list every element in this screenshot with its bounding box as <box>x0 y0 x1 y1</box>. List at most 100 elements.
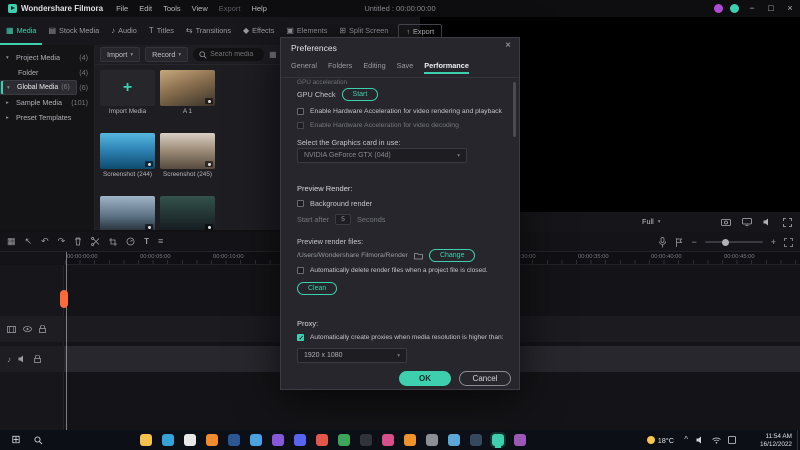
taskbar-clock[interactable]: 11:54 AM 16/12/2022 <box>760 433 792 449</box>
taskbar-app-icon[interactable] <box>382 434 394 446</box>
media-thumbnail[interactable] <box>100 133 155 169</box>
pref-tab-performance[interactable]: Performance <box>424 61 469 74</box>
delete-icon[interactable] <box>74 237 82 246</box>
track-lock-icon[interactable] <box>34 355 41 363</box>
taskbar-app-icon[interactable] <box>184 434 196 446</box>
tab-effects[interactable]: ◆ Effects <box>237 17 280 45</box>
menu-view[interactable]: View <box>187 2 213 15</box>
search-input[interactable] <box>210 51 259 58</box>
media-thumbnail[interactable] <box>160 133 215 169</box>
timeline-zoom-slider[interactable] <box>704 238 763 246</box>
account-icon[interactable] <box>730 4 739 13</box>
graphics-card-select[interactable]: NVIDIA GeForce GTX (04d) ▾ <box>297 148 467 163</box>
media-panel-toggle-icon[interactable]: ▦ <box>7 237 16 246</box>
pref-tab-editing[interactable]: Editing <box>363 61 385 74</box>
start-after-input[interactable] <box>335 214 352 225</box>
media-thumbnail[interactable] <box>160 196 215 230</box>
marker-flag-icon[interactable] <box>675 237 683 247</box>
tab-audio[interactable]: ♪ Audio <box>105 17 143 45</box>
playhead[interactable] <box>66 252 67 430</box>
pref-tab-folders[interactable]: Folders <box>328 61 352 74</box>
folder-browse-icon[interactable] <box>414 252 423 260</box>
taskbar-app-icon[interactable] <box>514 434 526 446</box>
hw-decode-checkbox[interactable] <box>297 122 304 129</box>
clean-button[interactable]: Clean <box>297 282 338 296</box>
zoom-slider-knob[interactable] <box>721 238 729 246</box>
taskbar-app-icon[interactable] <box>294 434 306 446</box>
color-adjust-icon[interactable]: ≡ <box>158 237 163 246</box>
taskbar-app-icon[interactable] <box>470 434 482 446</box>
menu-help[interactable]: Help <box>246 2 271 15</box>
tray-volume-icon[interactable] <box>696 436 705 444</box>
dialog-close-icon[interactable]: × <box>505 40 511 51</box>
second-monitor-icon[interactable] <box>742 218 752 226</box>
start-button[interactable]: ⊞ <box>6 430 26 450</box>
filmstrip-icon[interactable] <box>7 325 16 333</box>
media-search-box[interactable] <box>193 48 265 61</box>
crop-icon[interactable] <box>109 237 118 246</box>
maximize-button[interactable]: □ <box>765 0 777 17</box>
taskbar-app-icon[interactable] <box>162 434 174 446</box>
text-tool-icon[interactable]: T <box>144 237 149 246</box>
cancel-button[interactable]: Cancel <box>459 371 511 386</box>
taskbar-search-icon[interactable] <box>34 436 43 445</box>
dialog-scrollbar[interactable] <box>513 82 516 137</box>
taskbar-app-icon[interactable] <box>316 434 328 446</box>
media-thumbnail[interactable] <box>160 70 215 106</box>
zoom-out-icon[interactable]: − <box>691 237 696 247</box>
tray-action-center-icon[interactable] <box>728 436 736 444</box>
proxy-resolution-select[interactable]: 1920 x 1080 ▾ <box>297 348 407 363</box>
tree-item-folder[interactable]: Folder (4) <box>0 65 94 80</box>
tab-transitions[interactable]: ⇆ Transitions <box>180 17 237 45</box>
taskbar-app-icon[interactable] <box>360 434 372 446</box>
fullscreen-icon[interactable] <box>783 217 792 227</box>
voiceover-mic-icon[interactable] <box>658 236 667 248</box>
import-dropdown-button[interactable]: Import ▾ <box>100 47 141 62</box>
speed-icon[interactable] <box>126 237 135 246</box>
auto-delete-checkbox[interactable] <box>297 267 304 274</box>
close-button[interactable]: × <box>784 0 796 17</box>
taskbar-app-icon[interactable] <box>140 434 152 446</box>
tray-wifi-icon[interactable] <box>712 437 721 444</box>
taskbar-app-icon[interactable] <box>272 434 284 446</box>
music-note-icon[interactable]: ♪ <box>7 355 11 364</box>
volume-icon[interactable] <box>763 218 772 226</box>
media-thumbnail[interactable] <box>100 196 155 230</box>
tab-stock-media[interactable]: ▤ Stock Media <box>42 17 105 45</box>
menu-edit[interactable]: Edit <box>134 2 157 15</box>
menu-export[interactable]: Export <box>214 2 246 15</box>
tree-item-sample-media[interactable]: ▸ Sample Media (101) <box>0 95 94 110</box>
weather-widget[interactable]: 18°C <box>646 430 674 450</box>
create-proxies-checkbox[interactable] <box>297 334 304 342</box>
tree-item-preset-templates[interactable]: ▸ Preset Templates <box>0 110 94 125</box>
tab-titles[interactable]: T Titles <box>143 17 180 45</box>
taskbar-app-icon[interactable] <box>404 434 416 446</box>
track-visibility-eye-icon[interactable] <box>23 326 32 332</box>
taskbar-app-icon[interactable] <box>228 434 240 446</box>
minimize-button[interactable]: − <box>746 0 758 17</box>
menu-tools[interactable]: Tools <box>158 2 186 15</box>
pointer-tool-icon[interactable]: ↖ <box>25 237 33 246</box>
tab-media[interactable]: ▦ Media <box>0 17 43 45</box>
promo-icon[interactable] <box>714 4 723 13</box>
pref-tab-general[interactable]: General <box>291 61 317 74</box>
zoom-in-icon[interactable]: + <box>771 237 776 247</box>
preview-zoom-dropdown[interactable]: Full ▾ <box>642 217 661 226</box>
background-render-checkbox[interactable] <box>297 200 304 207</box>
track-mute-speaker-icon[interactable] <box>18 355 27 363</box>
fit-timeline-icon[interactable] <box>784 237 793 247</box>
menu-file[interactable]: File <box>111 2 133 15</box>
taskbar-app-filmora-active[interactable] <box>492 434 504 446</box>
taskbar-app-icon[interactable] <box>426 434 438 446</box>
gpu-check-start-button[interactable]: Start <box>341 88 379 102</box>
track-lock-icon[interactable] <box>39 325 46 333</box>
record-dropdown-button[interactable]: Record ▾ <box>145 47 189 62</box>
ok-button[interactable]: OK <box>399 371 451 386</box>
redo-icon[interactable]: ↷ <box>58 237 66 246</box>
pref-tab-save[interactable]: Save <box>397 61 414 74</box>
import-media-tile[interactable]: + <box>100 70 155 106</box>
taskbar-app-icon[interactable] <box>250 434 262 446</box>
split-scissors-icon[interactable] <box>91 237 100 246</box>
taskbar-app-icon[interactable] <box>448 434 460 446</box>
taskbar-app-icon[interactable] <box>338 434 350 446</box>
